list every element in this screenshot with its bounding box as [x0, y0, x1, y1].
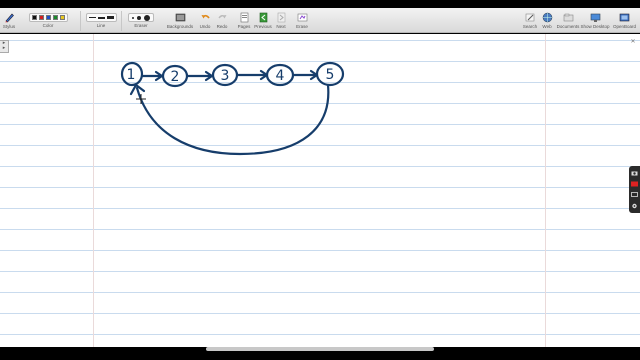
eraser-large[interactable]	[144, 14, 150, 21]
erase-label: Erase	[296, 24, 308, 29]
board-close-icon[interactable]: ✕	[629, 38, 637, 46]
redo-button[interactable]: Redo	[215, 10, 229, 32]
arrow-2-3	[185, 70, 214, 82]
next-label: Next	[276, 24, 286, 29]
web-label: Web	[542, 24, 552, 29]
erase-icon	[297, 12, 308, 23]
next-button[interactable]: Next	[274, 10, 288, 32]
screen: Stylus Color Line Eraser Backgrounds Und…	[0, 0, 640, 360]
arrow-3-4	[235, 69, 269, 81]
documents-icon	[563, 12, 574, 23]
backgrounds-label: Backgrounds	[166, 24, 194, 29]
redo-label: Redo	[216, 24, 228, 29]
stylus-icon	[4, 12, 15, 23]
arrow-5-1	[135, 83, 330, 156]
globe-icon	[542, 12, 553, 23]
pages-label: Pages	[237, 24, 251, 29]
openboard-icon	[619, 12, 630, 23]
main-toolbar: Stylus Color Line Eraser Backgrounds Und…	[0, 8, 640, 33]
erase-button[interactable]: Erase	[294, 10, 310, 32]
horizontal-scrollbar[interactable]	[206, 347, 434, 351]
record-icon[interactable]	[631, 181, 638, 187]
color-swatch-green[interactable]	[52, 15, 58, 20]
line-thick[interactable]	[106, 16, 114, 19]
web-button[interactable]: Web	[540, 10, 554, 32]
previous-label: Previous	[254, 24, 272, 29]
node-label: 5	[326, 67, 335, 83]
eraser-small[interactable]	[132, 16, 134, 19]
previous-button[interactable]: Previous	[254, 10, 272, 32]
line-medium[interactable]	[97, 16, 105, 19]
whiteboard-canvas[interactable]: 1 2 3 4 5	[0, 34, 640, 347]
redo-icon	[217, 12, 228, 23]
next-page-icon	[276, 12, 287, 23]
search-button[interactable]: Search	[522, 10, 538, 32]
crosshair-cursor-icon	[136, 94, 146, 104]
eraser-medium[interactable]	[137, 15, 141, 20]
openboard-button[interactable]: OpenBoard	[611, 10, 638, 32]
arrow-1-2	[140, 70, 164, 82]
pages-icon	[239, 12, 250, 23]
node-label: 2	[171, 69, 180, 85]
search-icon	[525, 12, 536, 23]
color-swatch-yellow[interactable]	[59, 15, 65, 20]
toolbar-separator	[121, 11, 122, 31]
line-thin[interactable]	[88, 17, 96, 18]
arrow-4-5	[291, 69, 319, 81]
undo-icon	[200, 12, 211, 23]
stylus-tool[interactable]: Stylus	[2, 10, 16, 32]
settings-icon[interactable]	[631, 203, 638, 209]
page-nav-toggle[interactable]: ▸ ▸	[0, 40, 9, 53]
color-swatch-red[interactable]	[38, 15, 44, 20]
toolbar-separator	[80, 11, 81, 31]
documents-button[interactable]: Documents	[556, 10, 580, 32]
node-label: 3	[221, 68, 230, 84]
color-swatch-black[interactable]	[31, 15, 37, 20]
line-label: Line	[96, 23, 106, 28]
openboard-label: OpenBoard	[612, 24, 637, 29]
show-desktop-label: Show Desktop	[580, 24, 610, 29]
backgrounds-icon	[175, 12, 186, 23]
desktop-icon	[590, 12, 601, 23]
floating-tool-panel	[629, 166, 640, 213]
color-label: Color	[42, 23, 54, 28]
screen-icon[interactable]	[631, 191, 638, 198]
color-palette: Color	[20, 10, 76, 32]
stylus-label: Stylus	[2, 24, 16, 29]
handwritten-diagram: 1 2 3 4 5	[120, 61, 345, 156]
eraser-size-group: Eraser	[124, 10, 158, 32]
line-widths	[85, 13, 117, 22]
undo-button[interactable]: Undo	[198, 10, 212, 32]
node-label: 4	[276, 68, 285, 84]
show-desktop-button[interactable]: Show Desktop	[580, 10, 610, 32]
pages-button[interactable]: Pages	[236, 10, 252, 32]
search-label: Search	[522, 24, 538, 29]
eraser-sizes	[128, 13, 154, 22]
color-swatches	[28, 13, 68, 22]
documents-label: Documents	[556, 24, 580, 29]
line-width-group: Line	[84, 10, 118, 32]
eraser-label: Eraser	[134, 23, 148, 28]
backgrounds-button[interactable]: Backgrounds	[166, 10, 194, 32]
node-label: 1	[127, 67, 136, 83]
color-swatch-blue[interactable]	[45, 15, 51, 20]
camera-icon[interactable]	[631, 170, 638, 176]
undo-label: Undo	[199, 24, 211, 29]
previous-page-icon	[258, 12, 269, 23]
